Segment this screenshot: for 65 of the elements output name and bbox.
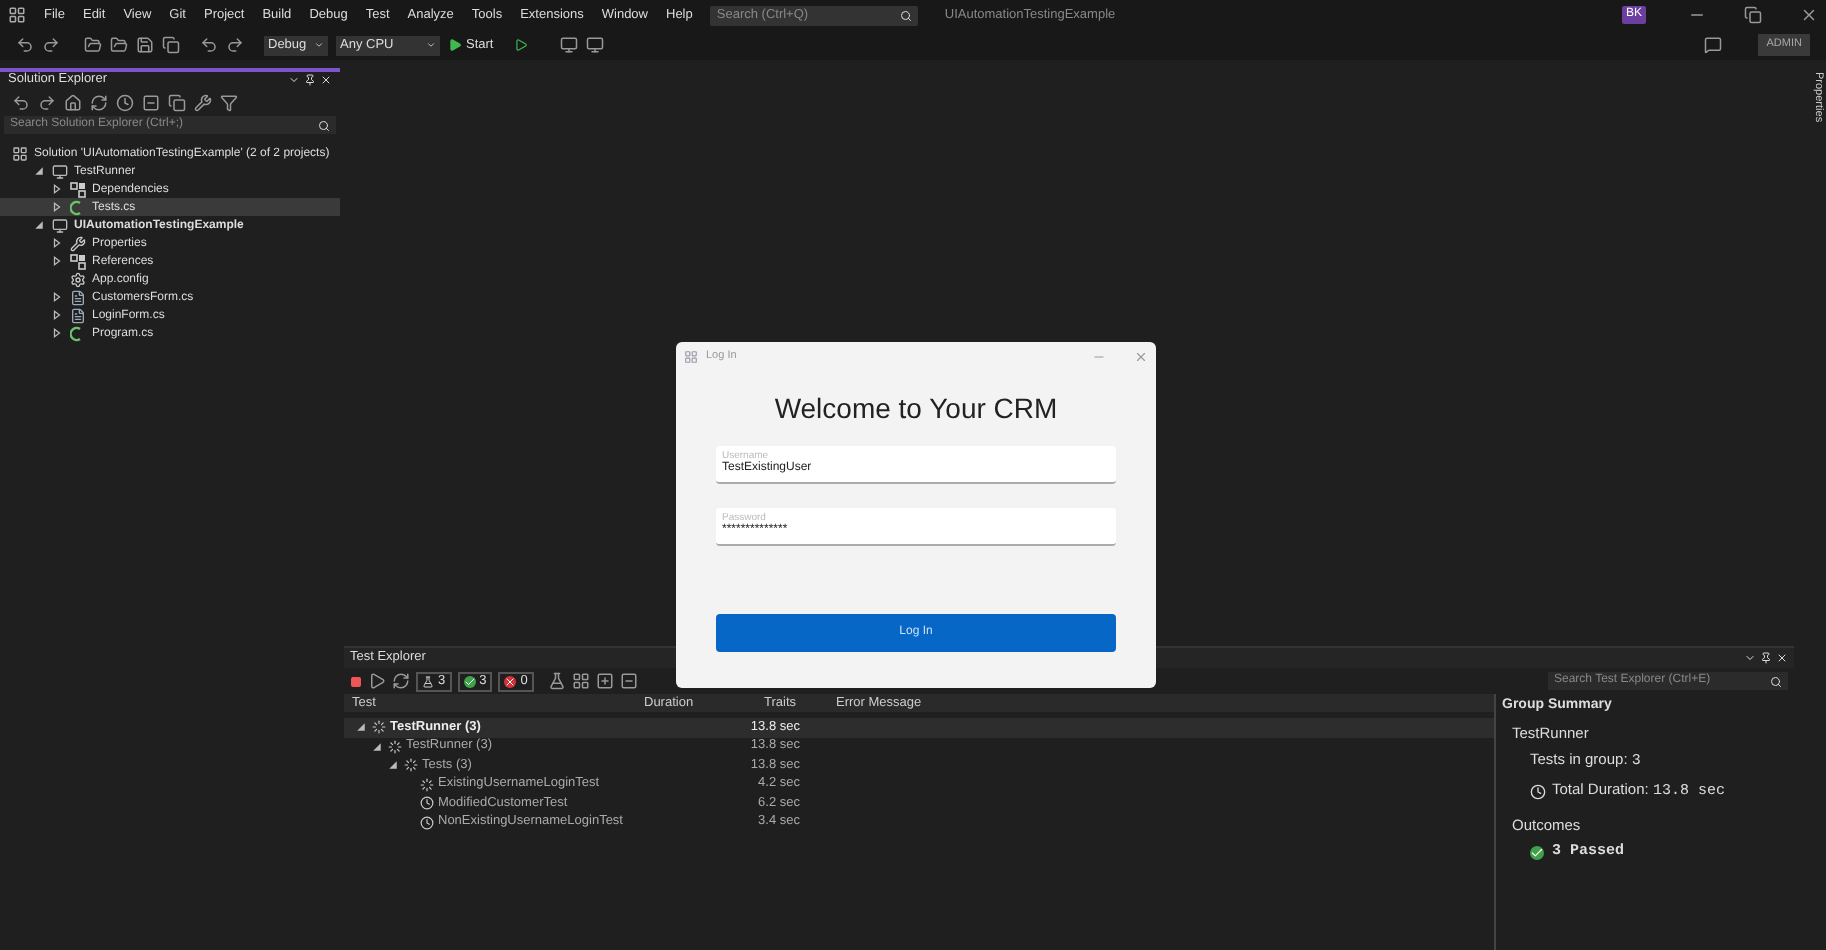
dialog-heading: Welcome to Your CRM [772, 390, 1060, 428]
code-file-icon [70, 199, 86, 215]
collapsed-triangle-icon[interactable] [51, 202, 61, 212]
collapsed-triangle-icon[interactable] [51, 292, 61, 302]
dropdown-icon[interactable] [288, 74, 300, 86]
save-icon[interactable] [136, 36, 154, 54]
redo-icon[interactable] [226, 36, 244, 54]
collapse-all-icon[interactable] [619, 672, 638, 690]
dropdown-icon[interactable] [1744, 652, 1756, 664]
forward-icon[interactable] [38, 93, 56, 111]
clock-icon [1530, 783, 1546, 800]
expanded-triangle-icon[interactable] [33, 166, 43, 176]
passed-icon [1530, 845, 1544, 860]
collapsed-triangle-icon[interactable] [51, 256, 61, 266]
clock-icon [420, 796, 434, 811]
back-icon[interactable] [12, 93, 30, 111]
collapse-icon[interactable] [142, 93, 160, 111]
clock-icon [420, 815, 434, 830]
expanded-triangle-icon[interactable] [33, 220, 43, 230]
forward-icon[interactable] [42, 36, 60, 54]
repeat-icon[interactable] [392, 672, 410, 690]
expanded-triangle-icon[interactable] [355, 722, 365, 733]
collapsed-triangle-icon[interactable] [51, 238, 61, 248]
monitor-icon[interactable] [559, 36, 578, 54]
search-icon [1770, 675, 1782, 687]
pin-icon[interactable] [1760, 652, 1772, 664]
run-icon[interactable] [368, 672, 386, 690]
spinner-icon [420, 777, 434, 792]
feedback-icon[interactable] [1704, 36, 1723, 54]
search-icon [318, 119, 330, 131]
sync-icon[interactable] [90, 93, 108, 111]
flask-icon [422, 675, 434, 687]
back-icon[interactable] [16, 36, 34, 54]
filter-icon[interactable] [220, 93, 238, 111]
collapsed-triangle-icon[interactable] [51, 310, 61, 320]
wrench-icon[interactable] [194, 93, 212, 111]
stop-icon[interactable] [350, 675, 362, 687]
search-icon [900, 9, 913, 21]
expand-all-icon[interactable] [595, 672, 614, 690]
collapsed-triangle-icon[interactable] [51, 328, 61, 338]
config-icon [70, 271, 86, 287]
start-without-debugging-icon[interactable] [513, 38, 528, 52]
expanded-triangle-icon[interactable] [387, 760, 397, 771]
caret-icon [314, 40, 324, 50]
spinner-icon [388, 739, 402, 754]
wrench-icon [70, 235, 86, 251]
code-file-icon [70, 325, 86, 341]
history-icon[interactable] [116, 93, 134, 111]
collapsed-triangle-icon[interactable] [51, 184, 61, 194]
caret-icon [426, 40, 436, 50]
open-icon[interactable] [110, 36, 128, 54]
play-icon [448, 38, 462, 52]
pin-icon[interactable] [304, 74, 316, 86]
home-icon[interactable] [64, 93, 82, 111]
expanded-triangle-icon[interactable] [371, 741, 381, 752]
close-icon[interactable] [1800, 6, 1818, 24]
app-icon [684, 349, 698, 363]
grid-blocks-icon [70, 181, 86, 197]
restore-icon[interactable] [1744, 6, 1762, 24]
passed-icon [463, 675, 476, 687]
failed-icon [504, 675, 517, 687]
spinner-icon [372, 720, 386, 735]
spinner-icon [404, 758, 418, 773]
grid-blocks-icon [70, 253, 86, 269]
undo-icon[interactable] [200, 36, 218, 54]
